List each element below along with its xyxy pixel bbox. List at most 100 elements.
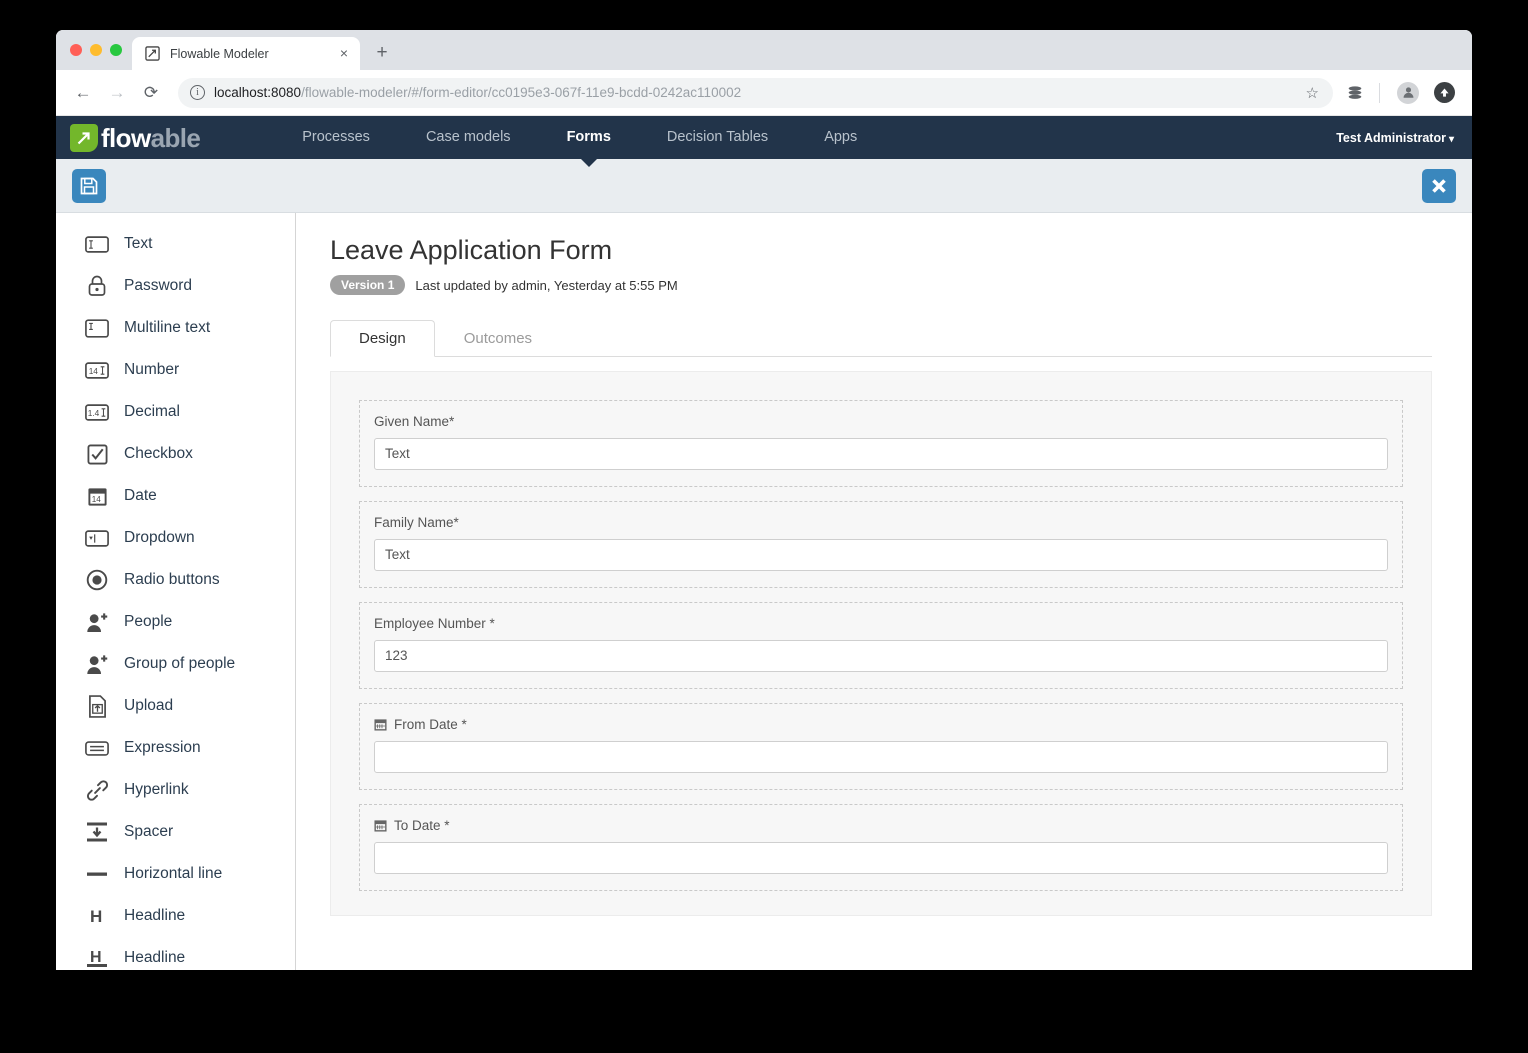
field-label-text: Given Name* [374,414,455,429]
user-menu[interactable]: Test Administrator ▾ [1336,131,1454,145]
save-button[interactable] [72,168,106,203]
headline-underline-icon: H [84,945,110,970]
palette-item-decimal[interactable]: 1.4 Decimal [56,391,295,433]
palette-item-horizontal-line[interactable]: Horizontal line [56,853,295,895]
version-badge: Version 1 [330,275,406,295]
form-field-to-date[interactable]: To Date * [359,804,1403,891]
flowable-logo[interactable]: flowable [70,123,201,152]
flowable-wordmark: flowable [101,125,201,151]
palette-item-label: Text [124,235,153,252]
back-button[interactable]: ← [68,78,98,108]
flowable-leaf-icon [70,123,98,152]
number-field-icon: 14 [84,357,110,383]
palette-item-label: Password [124,277,193,294]
palette-item-headline-underline[interactable]: H Headline [56,937,295,970]
palette-item-headline[interactable]: H Headline [56,895,295,937]
radio-button-icon [84,567,110,593]
maximize-window-button[interactable] [110,44,122,56]
palette-item-spacer[interactable]: Spacer [56,811,295,853]
nav-item-forms[interactable]: Forms [539,116,639,167]
dropdown-icon [84,525,110,551]
form-fields-container: Given Name* Text Family Name* Text Emplo… [330,371,1432,916]
svg-text:H: H [90,949,102,966]
palette-item-checkbox[interactable]: Checkbox [56,433,295,475]
browser-tab-title: Flowable Modeler [170,46,269,61]
site-info-icon[interactable]: i [190,85,205,100]
toolbar-divider [1379,82,1380,103]
bookmark-star-icon[interactable]: ☆ [1306,84,1321,102]
editor-tabs: Design Outcomes [330,317,1432,357]
from-date-input[interactable] [374,741,1388,773]
nav-item-case-models[interactable]: Case models [398,116,539,159]
palette-item-date[interactable]: 14 Date [56,475,295,517]
palette-item-hyperlink[interactable]: Hyperlink [56,769,295,811]
browser-tab-strip: Flowable Modeler × + [56,30,1472,70]
employee-number-input[interactable]: 123 [374,640,1388,672]
field-label-text: To Date * [394,818,450,833]
close-editor-button[interactable] [1422,168,1456,203]
palette-item-number[interactable]: 14 Number [56,349,295,391]
spacer-icon [84,819,110,845]
address-bar-url: localhost:8080/flowable-modeler/#/form-e… [214,85,741,100]
field-label: From Date * [374,717,1388,732]
forward-button[interactable]: → [102,78,132,108]
profile-avatar[interactable] [1394,79,1422,107]
horizontal-line-icon [84,861,110,887]
field-label: Family Name* [374,515,1388,530]
family-name-input[interactable]: Text [374,539,1388,571]
palette-item-label: Multiline text [124,319,211,336]
palette-item-password[interactable]: Password [56,265,295,307]
update-button[interactable] [1430,79,1458,107]
tab-close-icon[interactable]: × [336,45,352,62]
palette-item-label: Headline [124,907,186,924]
address-bar[interactable]: i localhost:8080/flowable-modeler/#/form… [178,77,1333,108]
form-meta: Version 1 Last updated by admin, Yesterd… [330,275,1432,295]
palette-item-label: Dropdown [124,529,195,546]
field-label: To Date * [374,818,1388,833]
form-field-employee-number[interactable]: Employee Number * 123 [359,602,1403,689]
palette-item-label: Decimal [124,403,180,420]
given-name-input[interactable]: Text [374,438,1388,470]
palette-item-upload[interactable]: Upload [56,685,295,727]
palette-item-dropdown[interactable]: Dropdown [56,517,295,559]
palette-item-group-of-people[interactable]: Group of people [56,643,295,685]
calendar-icon [374,718,387,731]
nav-item-apps[interactable]: Apps [796,116,885,159]
person-add-icon [84,609,110,635]
palette-item-multiline-text[interactable]: Multiline text [56,307,295,349]
nav-item-decision-tables[interactable]: Decision Tables [639,116,796,159]
palette-item-label: Headline [124,949,186,966]
field-label-text: From Date * [394,717,467,732]
form-field-family-name[interactable]: Family Name* Text [359,501,1403,588]
browser-toolbar: ← → ⟳ i localhost:8080/flowable-modeler/… [56,70,1472,116]
palette-item-text[interactable]: Text [56,223,295,265]
avatar [1397,81,1419,104]
form-field-from-date[interactable]: From Date * [359,703,1403,790]
decimal-field-icon: 1.4 [84,399,110,425]
flowable-favicon [144,45,161,62]
main-nav: Processes Case models Forms Decision Tab… [274,116,885,167]
multiline-text-icon [84,315,110,341]
window-controls [66,30,132,70]
close-window-button[interactable] [70,44,82,56]
palette-item-label: Hyperlink [124,781,189,798]
palette-item-label: Expression [124,739,201,756]
palette-item-expression[interactable]: Expression [56,727,295,769]
lock-icon [84,273,110,299]
browser-tab[interactable]: Flowable Modeler × [132,37,360,70]
palette-item-radio-buttons[interactable]: Radio buttons [56,559,295,601]
field-label: Employee Number * [374,616,1388,631]
minimize-window-button[interactable] [90,44,102,56]
new-tab-button[interactable]: + [368,39,396,67]
palette-item-label: Group of people [124,655,236,672]
to-date-input[interactable] [374,842,1388,874]
tab-outcomes[interactable]: Outcomes [435,320,561,357]
tab-design[interactable]: Design [330,320,435,357]
url-path: /flowable-modeler/#/form-editor/cc0195e3… [301,85,742,100]
extensions-icon[interactable] [1341,79,1369,107]
chevron-down-icon: ▾ [1448,133,1454,145]
form-field-given-name[interactable]: Given Name* Text [359,400,1403,487]
reload-button[interactable]: ⟳ [136,78,166,108]
palette-item-people[interactable]: People [56,601,295,643]
nav-item-processes[interactable]: Processes [274,116,398,159]
